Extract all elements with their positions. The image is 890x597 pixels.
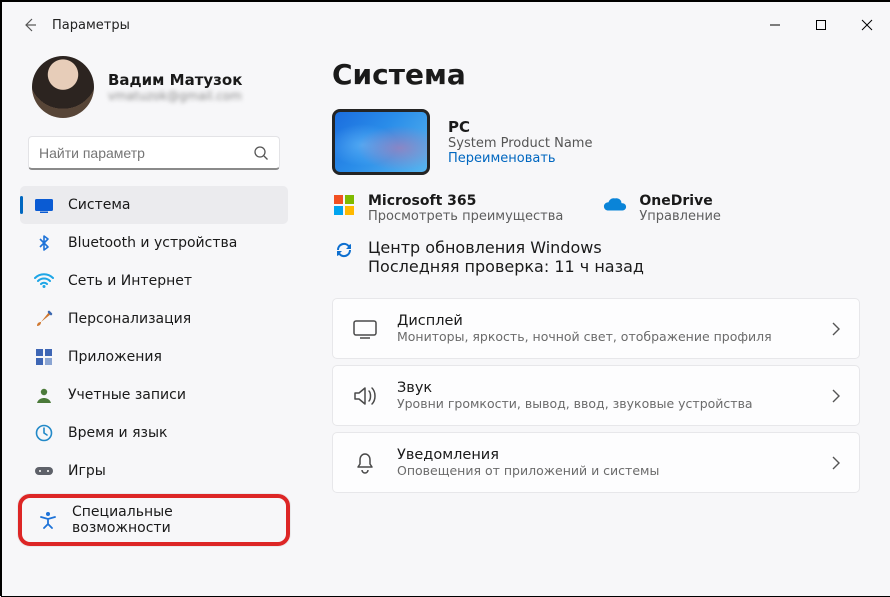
row-title: Звук <box>397 380 753 396</box>
search-icon <box>253 145 269 161</box>
search-input[interactable] <box>39 145 249 161</box>
microsoft-icon <box>332 193 356 217</box>
user-email: vmatuzok@gmail.com <box>108 89 242 103</box>
pc-product: System Product Name <box>448 136 592 151</box>
tile-sub: Управление <box>639 209 721 224</box>
tile-sub: Последняя проверка: 11 ч назад <box>368 257 644 276</box>
sidebar-item-bluetooth[interactable]: Bluetooth и устройства <box>20 224 288 262</box>
tile-title: OneDrive <box>639 193 721 209</box>
sidebar-item-label: Специальные возможности <box>72 504 274 536</box>
search-box[interactable] <box>28 136 280 170</box>
window-controls <box>752 8 890 42</box>
sidebar-item-label: Игры <box>68 463 106 479</box>
close-button[interactable] <box>844 8 890 42</box>
bluetooth-icon <box>34 233 54 253</box>
brush-icon <box>34 309 54 329</box>
row-sub: Уровни громкости, вывод, ввод, звуковые … <box>397 396 753 411</box>
gamepad-icon <box>34 461 54 481</box>
sidebar-item-label: Bluetooth и устройства <box>68 235 237 251</box>
tile-onedrive[interactable]: OneDrive Управление <box>603 193 803 224</box>
settings-row-display[interactable]: Дисплей Мониторы, яркость, ночной свет, … <box>332 298 860 359</box>
sidebar-item-label: Система <box>68 197 130 213</box>
rename-link[interactable]: Переименовать <box>448 151 592 166</box>
sidebar-item-network[interactable]: Сеть и Интернет <box>20 262 288 300</box>
back-button[interactable] <box>12 7 48 43</box>
globe-clock-icon <box>34 423 54 443</box>
sidebar: Вадим Матузок vmatuzok@gmail.com Система… <box>2 48 302 596</box>
sidebar-item-gaming[interactable]: Игры <box>20 452 288 490</box>
user-name: Вадим Матузок <box>108 71 242 89</box>
annotation-highlight: Специальные возможности <box>18 494 290 546</box>
accessibility-icon <box>38 510 58 530</box>
row-sub: Оповещения от приложений и системы <box>397 463 659 478</box>
page-title: Система <box>332 58 860 91</box>
tile-sub: Просмотреть преимущества <box>368 209 563 224</box>
status-tiles: Microsoft 365 Просмотреть преимущества O… <box>332 193 860 224</box>
window-title: Параметры <box>48 18 130 33</box>
minimize-button[interactable] <box>752 8 798 42</box>
sidebar-item-label: Время и язык <box>68 425 167 441</box>
sidebar-item-apps[interactable]: Приложения <box>20 338 288 376</box>
person-icon <box>34 385 54 405</box>
tile-title: Центр обновления Windows <box>368 238 644 257</box>
display-icon <box>351 315 379 343</box>
chevron-right-icon <box>831 322 841 336</box>
pc-thumbnail <box>332 109 430 175</box>
title-bar: Параметры <box>2 2 890 48</box>
row-title: Уведомления <box>397 447 659 463</box>
settings-row-notifications[interactable]: Уведомления Оповещения от приложений и с… <box>332 432 860 493</box>
sidebar-item-label: Приложения <box>68 349 162 365</box>
bell-icon <box>351 449 379 477</box>
row-title: Дисплей <box>397 313 772 329</box>
chevron-right-icon <box>831 389 841 403</box>
settings-row-sound[interactable]: Звук Уровни громкости, вывод, ввод, звук… <box>332 365 860 426</box>
sidebar-item-label: Учетные записи <box>68 387 186 403</box>
nav-list: Система Bluetooth и устройства Сеть и Ин… <box>2 186 302 490</box>
sidebar-item-personalization[interactable]: Персонализация <box>20 300 288 338</box>
sidebar-item-accessibility[interactable]: Специальные возможности <box>24 501 284 539</box>
onedrive-icon <box>603 193 627 217</box>
chevron-right-icon <box>831 456 841 470</box>
avatar <box>32 56 94 118</box>
row-sub: Мониторы, яркость, ночной свет, отображе… <box>397 329 772 344</box>
tile-microsoft365[interactable]: Microsoft 365 Просмотреть преимущества <box>332 193 563 224</box>
sidebar-item-system[interactable]: Система <box>20 186 288 224</box>
pc-block: PC System Product Name Переименовать <box>332 109 860 175</box>
apps-icon <box>34 347 54 367</box>
wifi-icon <box>34 271 54 291</box>
sidebar-item-accounts[interactable]: Учетные записи <box>20 376 288 414</box>
update-icon <box>332 238 356 262</box>
main-panel: Система PC System Product Name Переимено… <box>302 48 890 596</box>
tile-windows-update[interactable]: Центр обновления Windows Последняя прове… <box>332 238 860 276</box>
system-icon <box>34 195 54 215</box>
profile-block[interactable]: Вадим Матузок vmatuzok@gmail.com <box>2 50 302 136</box>
sound-icon <box>351 382 379 410</box>
sidebar-item-label: Персонализация <box>68 311 191 327</box>
sidebar-item-label: Сеть и Интернет <box>68 273 192 289</box>
tile-title: Microsoft 365 <box>368 193 563 209</box>
pc-name: PC <box>448 118 592 136</box>
sidebar-item-time-language[interactable]: Время и язык <box>20 414 288 452</box>
maximize-button[interactable] <box>798 8 844 42</box>
